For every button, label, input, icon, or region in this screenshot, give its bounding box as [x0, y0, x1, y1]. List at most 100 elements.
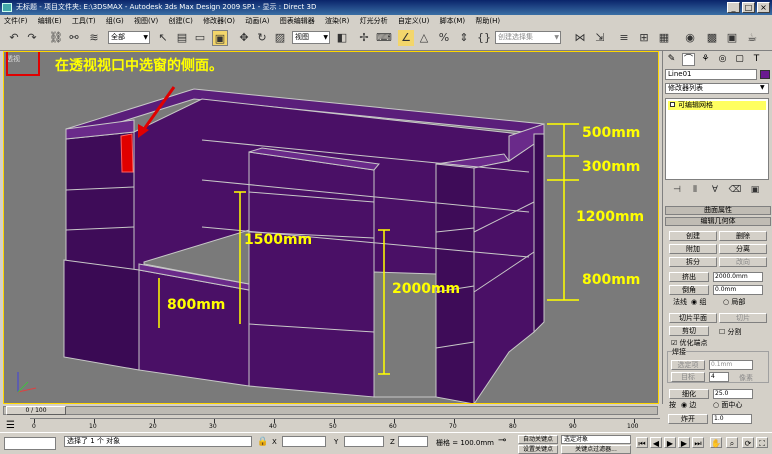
modifier-list-dropdown[interactable]: 修改器列表	[665, 83, 769, 94]
menu-group[interactable]: 组(G)	[102, 15, 128, 27]
by-face-center-radio[interactable]: ○ 面中心	[713, 400, 742, 410]
manipulate-icon[interactable]: ✢	[356, 30, 372, 46]
next-frame-icon[interactable]: ▶	[678, 437, 690, 448]
y-coordinate-field[interactable]	[344, 436, 384, 447]
time-slider-thumb[interactable]: 0 / 100	[6, 406, 66, 415]
lock-icon[interactable]: 🔒	[257, 437, 268, 447]
keyboard-shortcut-icon[interactable]: ⌨	[376, 30, 392, 46]
weld-target-pixels-field[interactable]: 4	[709, 372, 729, 382]
perspective-viewport[interactable]: 透视 在透视视口中选窗的侧面。 500mm 300mm 1200mm 800mm…	[3, 51, 659, 404]
material-editor-icon[interactable]: ◉	[682, 30, 698, 46]
modify-tab-icon[interactable]: ⌒	[682, 53, 695, 66]
set-key-button[interactable]: 设置关键点	[518, 445, 558, 454]
rollout-edit-geometry[interactable]: 编辑几何体	[665, 217, 771, 226]
align-icon[interactable]: ⇲	[592, 30, 608, 46]
reference-coord-dropdown[interactable]: 视图	[292, 31, 330, 44]
select-by-name-icon[interactable]: ▤	[174, 30, 190, 46]
pin-stack-icon[interactable]: ⊣	[669, 182, 685, 198]
normal-group-radio[interactable]: ◉ 组	[691, 297, 706, 307]
selection-filter-dropdown[interactable]: 全部	[108, 31, 150, 44]
orbit-icon[interactable]: ⟳	[742, 437, 754, 448]
menu-maxscript[interactable]: 脚本(M)	[436, 15, 470, 27]
play-icon[interactable]: ▶	[664, 437, 676, 448]
menu-file[interactable]: 文件(F)	[0, 15, 32, 27]
create-button[interactable]: 创建	[669, 231, 717, 241]
expand-icon[interactable]	[670, 102, 675, 107]
attach-button[interactable]: 附加	[669, 244, 717, 254]
maximize-viewport-icon[interactable]: ⛶	[756, 437, 768, 448]
pivot-icon[interactable]: ◧	[334, 30, 350, 46]
utilities-tab-icon[interactable]: T	[750, 53, 763, 66]
configure-sets-icon[interactable]: ▣	[747, 182, 763, 198]
rect-selection-icon[interactable]: ▭	[192, 30, 208, 46]
motion-tab-icon[interactable]: ◎	[716, 53, 729, 66]
redo-icon[interactable]: ↷	[24, 30, 40, 46]
key-mode-dropdown[interactable]: 选定对象	[561, 435, 631, 444]
by-edge-radio[interactable]: ◉ 边	[681, 400, 696, 410]
quick-render-icon[interactable]: ☕	[744, 30, 760, 46]
explode-angle-field[interactable]: 1.0	[712, 414, 752, 424]
show-end-result-icon[interactable]: ⫴	[687, 182, 703, 198]
split-checkbox[interactable]: ☐ 分割	[719, 327, 742, 337]
undo-icon[interactable]: ↶	[6, 30, 22, 46]
menu-help[interactable]: 帮助(H)	[471, 15, 504, 27]
render-frame-icon[interactable]: ▣	[724, 30, 740, 46]
remove-modifier-icon[interactable]: ⌫	[727, 182, 743, 198]
extrude-amount-field[interactable]: 2000.0mm	[713, 272, 763, 282]
layer-manager-icon[interactable]: ≡	[616, 30, 632, 46]
normal-local-radio[interactable]: ○ 局部	[723, 297, 745, 307]
divide-button[interactable]: 拆分	[669, 257, 717, 267]
time-slider-track[interactable]	[3, 406, 658, 415]
curve-editor-icon[interactable]: ⊞	[636, 30, 652, 46]
make-unique-icon[interactable]: ∀	[707, 182, 723, 198]
weld-threshold-field[interactable]: 0.1mm	[709, 360, 753, 370]
named-selection-dropdown[interactable]: 创建选择集	[495, 31, 561, 44]
auto-key-button[interactable]: 自动关键点	[518, 435, 558, 444]
edit-named-sets-icon[interactable]: {}	[476, 30, 492, 46]
stack-item-editable-mesh[interactable]: 可编辑网格	[668, 101, 766, 110]
menu-animation[interactable]: 动画(A)	[241, 15, 273, 27]
bevel-button[interactable]: 倒角	[669, 285, 709, 295]
hierarchy-tab-icon[interactable]: ⚘	[699, 53, 712, 66]
menu-views[interactable]: 视图(V)	[130, 15, 162, 27]
angle-snap-icon[interactable]: △	[416, 30, 432, 46]
bevel-amount-field[interactable]: 0.0mm	[713, 285, 763, 295]
close-button[interactable]: ×	[757, 2, 770, 13]
rollout-surface-properties[interactable]: 曲面属性	[665, 206, 771, 215]
menu-tools[interactable]: 工具(T)	[68, 15, 100, 27]
menu-customize[interactable]: 自定义(U)	[394, 15, 434, 27]
object-color-swatch[interactable]	[760, 70, 770, 79]
percent-snap-icon[interactable]: %	[436, 30, 452, 46]
key-icon[interactable]: ⊸	[498, 435, 506, 446]
explode-button[interactable]: 炸开	[668, 414, 708, 424]
snap-toggle-icon[interactable]: ∠	[398, 30, 414, 46]
turn-button[interactable]: 改向	[719, 257, 767, 267]
track-bar[interactable]: 0 10 20 30 40 50 60 70 80 90 100	[30, 418, 660, 432]
maximize-button[interactable]: □	[742, 2, 755, 13]
x-coordinate-field[interactable]	[282, 436, 326, 447]
tessellate-tension-field[interactable]: 25.0	[713, 389, 753, 399]
open-mini-curve-editor-icon[interactable]: ☰	[6, 420, 15, 431]
window-crossing-icon[interactable]: ▣	[212, 30, 228, 46]
cut-button[interactable]: 剪切	[669, 326, 709, 336]
schematic-view-icon[interactable]: ▦	[656, 30, 672, 46]
modifier-stack[interactable]: 可编辑网格	[665, 98, 769, 180]
rotate-icon[interactable]: ↻	[254, 30, 270, 46]
render-setup-icon[interactable]: ▩	[704, 30, 720, 46]
slice-button[interactable]: 切片	[719, 313, 767, 323]
prev-frame-icon[interactable]: ◀	[650, 437, 662, 448]
detach-button[interactable]: 分离	[719, 244, 767, 254]
spinner-snap-icon[interactable]: ⇕	[456, 30, 472, 46]
tessellate-button[interactable]: 细化	[669, 389, 709, 399]
weld-selected-button[interactable]: 选定项	[671, 360, 705, 370]
zoom-icon[interactable]: ⌕	[726, 437, 738, 448]
weld-target-button[interactable]: 目标	[671, 372, 705, 382]
menu-graph-editors[interactable]: 图表编辑器	[276, 15, 319, 27]
display-tab-icon[interactable]: ▢	[733, 53, 746, 66]
scene-geometry[interactable]	[4, 52, 659, 404]
unlink-icon[interactable]: ⚯	[66, 30, 82, 46]
menu-create[interactable]: 创建(C)	[164, 15, 196, 27]
menu-modifiers[interactable]: 修改器(O)	[199, 15, 239, 27]
object-name-field[interactable]: Line01	[665, 69, 757, 80]
bind-space-warp-icon[interactable]: ≋	[86, 30, 102, 46]
